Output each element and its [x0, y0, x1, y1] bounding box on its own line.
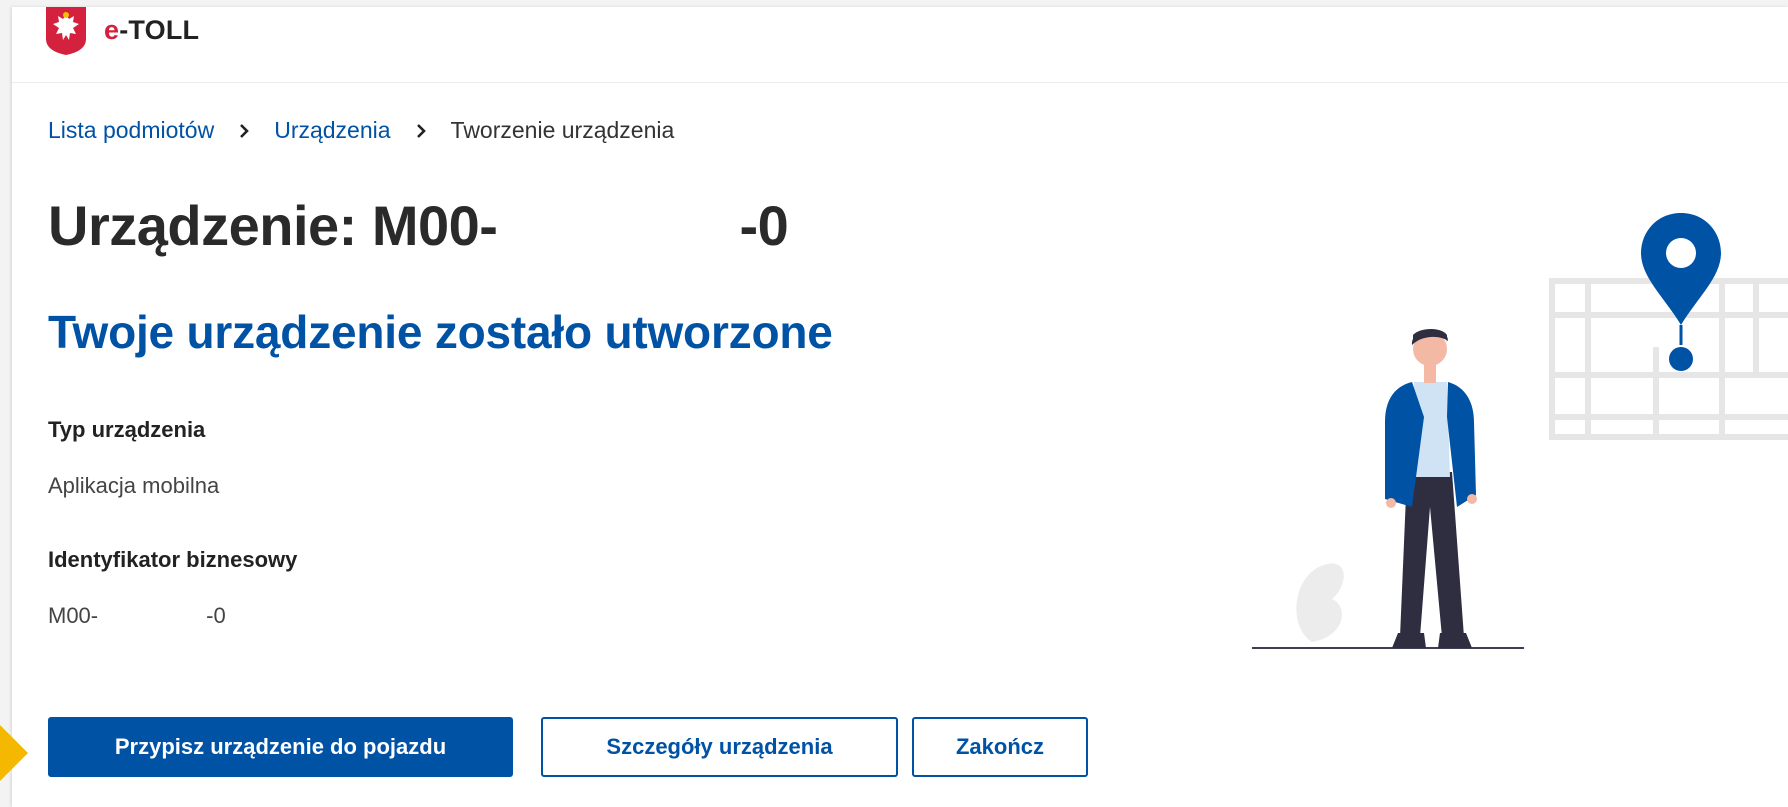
chevron-right-icon: [416, 123, 426, 138]
breadcrumb: Lista podmiotów Urządzenia Tworzenie urz…: [48, 117, 674, 144]
leaf-icon: [1296, 563, 1344, 642]
breadcrumb-current: Tworzenie urządzenia: [450, 117, 675, 143]
device-type-value: Aplikacja mobilna: [48, 473, 220, 498]
page-title: Urządzenie: M00- -0: [48, 193, 789, 258]
chevron-right-icon: [240, 123, 250, 138]
page-title-suffix: -0: [739, 194, 789, 257]
device-created-illustration: [1252, 213, 1788, 649]
pointer-marker-icon: [0, 725, 28, 781]
business-id-value: M00- -0: [48, 603, 226, 629]
header: e-TOLL: [12, 7, 1788, 83]
finish-button[interactable]: Zakończ: [912, 717, 1088, 777]
logo[interactable]: e-TOLL: [104, 15, 199, 46]
breadcrumb-devices[interactable]: Urządzenia: [274, 117, 390, 144]
breadcrumb-entities-list[interactable]: Lista podmiotów: [48, 117, 214, 144]
logo-e: e: [104, 15, 120, 45]
logo-toll: -TOLL: [119, 15, 200, 45]
page-panel: e-TOLL Lista podmiotów Urządzenia Tworze…: [12, 7, 1788, 807]
polish-eagle-emblem-icon: [46, 7, 86, 55]
person-figure: [1385, 329, 1477, 648]
business-id-prefix: M00-: [48, 603, 99, 628]
redacted-region: [497, 205, 740, 256]
business-id-label: Identyfikator biznesowy: [48, 547, 298, 572]
device-details-button[interactable]: Szczegóły urządzenia: [541, 717, 898, 777]
success-heading: Twoje urządzenie zostało utworzone: [48, 306, 833, 358]
page-title-prefix: Urządzenie: M00-: [48, 194, 498, 257]
device-type-label: Typ urządzenia: [48, 417, 206, 442]
business-id-suffix: -0: [206, 603, 226, 628]
assign-to-vehicle-button[interactable]: Przypisz urządzenie do pojazdu: [48, 717, 513, 777]
